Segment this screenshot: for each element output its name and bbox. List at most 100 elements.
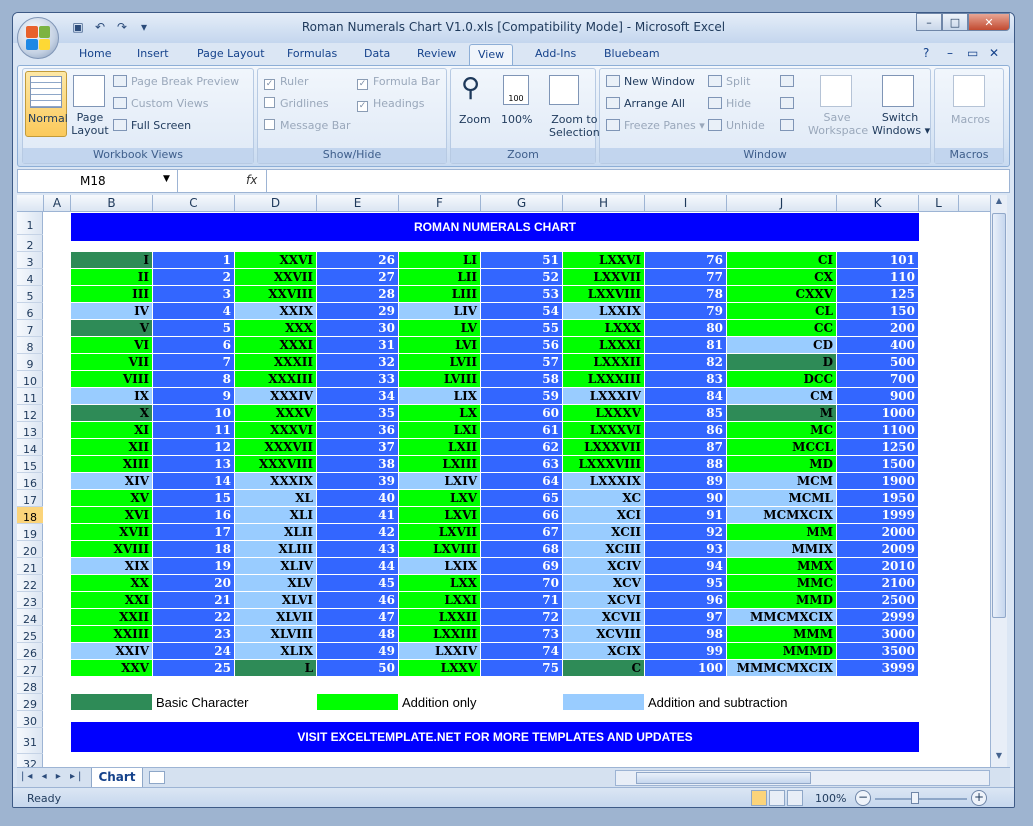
tab-formulas[interactable]: Formulas — [279, 47, 345, 60]
number-cell[interactable]: 20 — [153, 575, 234, 591]
roman-cell[interactable]: CI — [727, 252, 836, 268]
number-cell[interactable]: 1999 — [837, 507, 918, 523]
number-cell[interactable]: 150 — [837, 303, 918, 319]
number-cell[interactable]: 400 — [837, 337, 918, 353]
number-cell[interactable]: 1500 — [837, 456, 918, 472]
insert-function-icon[interactable]: fx — [246, 173, 257, 187]
tab-review[interactable]: Review — [409, 47, 464, 60]
row-header-3[interactable]: 3 — [17, 252, 43, 269]
row-header-28[interactable]: 28 — [17, 677, 43, 694]
row-header-27[interactable]: 27 — [17, 660, 43, 677]
number-cell[interactable]: 48 — [317, 626, 398, 642]
number-cell[interactable]: 16 — [153, 507, 234, 523]
column-header-a[interactable]: A — [44, 195, 71, 212]
vertical-scroll-thumb[interactable] — [992, 213, 1006, 618]
number-cell[interactable]: 51 — [481, 252, 562, 268]
number-cell[interactable]: 89 — [645, 473, 726, 489]
roman-cell[interactable]: XXIX — [235, 303, 316, 319]
number-cell[interactable]: 35 — [317, 405, 398, 421]
row-header-32[interactable]: 32 — [17, 754, 43, 767]
roman-cell[interactable]: LXI — [399, 422, 480, 438]
ribbon-close-icon[interactable]: ✕ — [989, 46, 999, 60]
number-cell[interactable]: 38 — [317, 456, 398, 472]
number-cell[interactable]: 50 — [317, 660, 398, 676]
roman-cell[interactable]: XLIV — [235, 558, 316, 574]
roman-cell[interactable]: LXXXIII — [563, 371, 644, 387]
number-cell[interactable]: 700 — [837, 371, 918, 387]
roman-cell[interactable]: XXXVI — [235, 422, 316, 438]
roman-cell[interactable]: LXXIII — [399, 626, 480, 642]
roman-cell[interactable]: LXXXV — [563, 405, 644, 421]
ribbon-minimize-icon[interactable]: – — [947, 46, 953, 60]
number-cell[interactable]: 2010 — [837, 558, 918, 574]
row-header-8[interactable]: 8 — [17, 337, 43, 354]
number-cell[interactable]: 99 — [645, 643, 726, 659]
roman-cell[interactable]: MCM — [727, 473, 836, 489]
number-cell[interactable]: 6 — [153, 337, 234, 353]
number-cell[interactable]: 67 — [481, 524, 562, 540]
number-cell[interactable]: 66 — [481, 507, 562, 523]
number-cell[interactable]: 83 — [645, 371, 726, 387]
roman-cell[interactable]: XIX — [71, 558, 152, 574]
roman-cell[interactable]: XLI — [235, 507, 316, 523]
number-cell[interactable]: 900 — [837, 388, 918, 404]
number-cell[interactable]: 14 — [153, 473, 234, 489]
roman-cell[interactable]: LV — [399, 320, 480, 336]
close-button[interactable]: ✕ — [968, 13, 1010, 31]
row-header-5[interactable]: 5 — [17, 286, 43, 303]
roman-cell[interactable]: LXXI — [399, 592, 480, 608]
number-cell[interactable]: 52 — [481, 269, 562, 285]
roman-cell[interactable]: LXVI — [399, 507, 480, 523]
row-header-29[interactable]: 29 — [17, 694, 43, 711]
number-cell[interactable]: 125 — [837, 286, 918, 302]
number-cell[interactable]: 98 — [645, 626, 726, 642]
number-cell[interactable]: 79 — [645, 303, 726, 319]
number-cell[interactable]: 75 — [481, 660, 562, 676]
roman-cell[interactable]: LXXX — [563, 320, 644, 336]
number-cell[interactable]: 72 — [481, 609, 562, 625]
roman-cell[interactable]: MMMD — [727, 643, 836, 659]
ribbon-restore-icon[interactable]: ▭ — [967, 46, 978, 60]
number-cell[interactable]: 59 — [481, 388, 562, 404]
row-header-26[interactable]: 26 — [17, 643, 43, 660]
number-cell[interactable]: 97 — [645, 609, 726, 625]
number-cell[interactable]: 90 — [645, 490, 726, 506]
roman-cell[interactable]: MMC — [727, 575, 836, 591]
roman-cell[interactable]: XXXVIII — [235, 456, 316, 472]
row-header-1[interactable]: 1 — [17, 212, 43, 235]
number-cell[interactable]: 78 — [645, 286, 726, 302]
roman-cell[interactable]: LVI — [399, 337, 480, 353]
roman-cell[interactable]: LVIII — [399, 371, 480, 387]
number-cell[interactable]: 21 — [153, 592, 234, 608]
roman-cell[interactable]: XCVIII — [563, 626, 644, 642]
scroll-up-icon[interactable]: ▲ — [992, 196, 1006, 210]
number-cell[interactable]: 19 — [153, 558, 234, 574]
row-header-7[interactable]: 7 — [17, 320, 43, 337]
number-cell[interactable]: 5 — [153, 320, 234, 336]
ruler-checkbox[interactable]: ✓ Ruler — [264, 75, 308, 90]
number-cell[interactable]: 7 — [153, 354, 234, 370]
row-header-20[interactable]: 20 — [17, 541, 43, 558]
number-cell[interactable]: 39 — [317, 473, 398, 489]
number-cell[interactable]: 101 — [837, 252, 918, 268]
zoom-slider-knob[interactable] — [911, 792, 919, 804]
roman-cell[interactable]: MMM — [727, 626, 836, 642]
number-cell[interactable]: 2009 — [837, 541, 918, 557]
number-cell[interactable]: 29 — [317, 303, 398, 319]
number-cell[interactable]: 9 — [153, 388, 234, 404]
column-header-i[interactable]: I — [645, 195, 727, 212]
select-all-corner[interactable] — [17, 195, 44, 212]
number-cell[interactable]: 73 — [481, 626, 562, 642]
roman-cell[interactable]: XXIII — [71, 626, 152, 642]
roman-cell[interactable]: XXVIII — [235, 286, 316, 302]
roman-cell[interactable]: XXX — [235, 320, 316, 336]
number-cell[interactable]: 63 — [481, 456, 562, 472]
macros-button[interactable]: Macros — [951, 113, 990, 126]
number-cell[interactable]: 76 — [645, 252, 726, 268]
number-cell[interactable]: 2000 — [837, 524, 918, 540]
number-cell[interactable]: 94 — [645, 558, 726, 574]
number-cell[interactable]: 17 — [153, 524, 234, 540]
number-cell[interactable]: 65 — [481, 490, 562, 506]
reset-window-position-icon[interactable] — [780, 119, 798, 132]
number-cell[interactable]: 10 — [153, 405, 234, 421]
